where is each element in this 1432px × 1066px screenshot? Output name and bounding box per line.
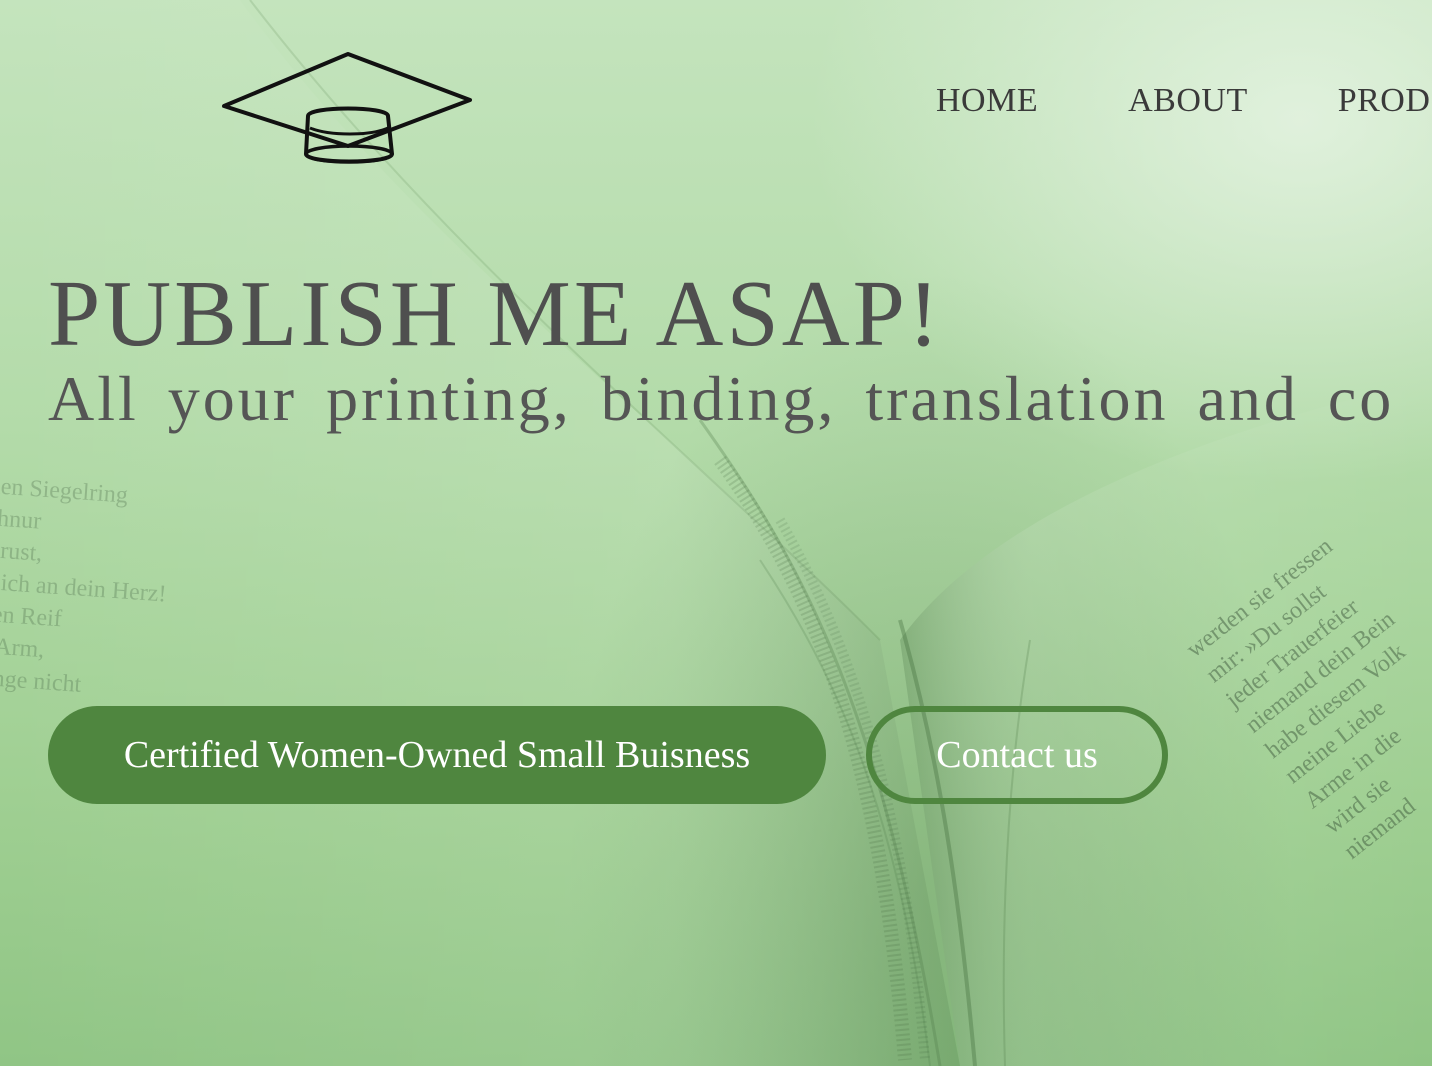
- nav-about[interactable]: ABOUT: [1128, 82, 1248, 120]
- certified-button[interactable]: Certified Women-Owned Small Buisness: [48, 706, 826, 804]
- graduation-cap-icon[interactable]: [220, 50, 476, 170]
- main-nav: HOME ABOUT PROD: [936, 82, 1430, 120]
- nav-home[interactable]: HOME: [936, 82, 1038, 120]
- nav-products[interactable]: PROD: [1338, 82, 1431, 120]
- book-page-text-left: den Siegelring chnur Brust, mich an dein…: [0, 472, 168, 698]
- hero-background: den Siegelring chnur Brust, mich an dein…: [0, 0, 1432, 1066]
- contact-us-button[interactable]: Contact us: [866, 706, 1168, 804]
- hero-title: PUBLISH ME ASAP!: [48, 262, 943, 366]
- open-book-photo: [0, 0, 1432, 1066]
- hero-subtitle: All your printing, binding, translation …: [48, 363, 1395, 434]
